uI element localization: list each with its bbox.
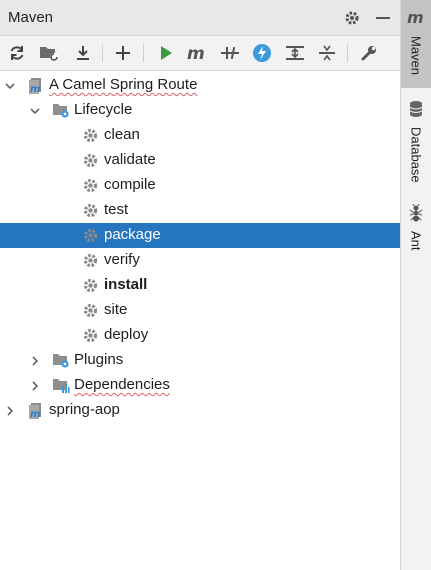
tree-node-label: validate bbox=[104, 151, 156, 168]
tool-window-title: Maven bbox=[8, 9, 54, 26]
tree-row-validate[interactable]: validate bbox=[0, 148, 400, 173]
tree-node-label: spring-aop bbox=[49, 401, 120, 418]
lifecycle-folder-icon bbox=[52, 352, 69, 369]
toggle-offline-mode-icon[interactable] bbox=[219, 42, 241, 64]
tree-node-label: install bbox=[104, 276, 148, 293]
tree-row-spring-aop[interactable]: m spring-aop bbox=[0, 398, 400, 423]
tree-node-label: Lifecycle bbox=[74, 101, 133, 118]
tree-row-install[interactable]: install bbox=[0, 273, 400, 298]
tool-window-header: Maven bbox=[0, 0, 400, 36]
tree-row-plugins[interactable]: Plugins bbox=[0, 348, 400, 373]
lifecycle-goal-gear-icon bbox=[82, 227, 99, 244]
tree-row-lifecycle[interactable]: Lifecycle bbox=[0, 98, 400, 123]
maven-settings-wrench-icon[interactable] bbox=[358, 42, 380, 64]
tree-node-label: clean bbox=[104, 126, 140, 143]
tab-database-label: Database bbox=[408, 127, 424, 183]
tree-row-deploy[interactable]: deploy bbox=[0, 323, 400, 348]
tree-node-label: Dependencies bbox=[74, 376, 170, 393]
tree-node-label: compile bbox=[104, 176, 156, 193]
collapse-all-icon[interactable] bbox=[316, 42, 338, 64]
svg-text:m: m bbox=[407, 9, 424, 27]
expand-arrow-right-icon[interactable] bbox=[29, 354, 41, 366]
tree-node-label: package bbox=[104, 226, 161, 243]
dependencies-folder-icon bbox=[52, 377, 70, 394]
tab-maven[interactable]: m Maven bbox=[401, 0, 431, 88]
expand-arrow-right-icon[interactable] bbox=[29, 379, 41, 391]
maven-project-icon: m bbox=[27, 77, 44, 95]
right-tool-window-bar: m Maven Database Ant bbox=[401, 0, 431, 570]
tree-node-label: site bbox=[104, 301, 128, 318]
lifecycle-goal-gear-icon bbox=[82, 277, 99, 294]
reload-icon[interactable] bbox=[6, 42, 28, 64]
run-icon[interactable] bbox=[155, 42, 177, 64]
tree-node-label: test bbox=[104, 201, 129, 218]
skip-tests-icon[interactable] bbox=[251, 42, 273, 64]
svg-text:m: m bbox=[30, 409, 40, 419]
svg-text:m: m bbox=[187, 44, 205, 62]
ant-icon bbox=[408, 203, 424, 227]
tree-node-label: Plugins bbox=[74, 351, 124, 368]
tree-row-site[interactable]: site bbox=[0, 298, 400, 323]
show-dependencies-icon[interactable] bbox=[284, 42, 306, 64]
lifecycle-goal-gear-icon bbox=[82, 177, 99, 194]
toolbar-separator bbox=[143, 44, 144, 62]
tab-ant[interactable]: Ant bbox=[401, 202, 431, 262]
maven-toolbar: m bbox=[0, 36, 400, 71]
tree-row-verify[interactable]: verify bbox=[0, 248, 400, 273]
lifecycle-goal-gear-icon bbox=[82, 202, 99, 219]
download-icon[interactable] bbox=[72, 42, 94, 64]
generate-sources-folder-icon[interactable] bbox=[38, 42, 60, 64]
expand-arrow-down-icon[interactable] bbox=[29, 104, 41, 116]
lifecycle-goal-gear-icon bbox=[82, 327, 99, 344]
lifecycle-goal-gear-icon bbox=[82, 152, 99, 169]
tree-row-a-camel-spring-route[interactable]: m A Camel Spring Route bbox=[0, 73, 400, 98]
maven-tool-window: Maven m m A Camel Spring Route Lifecycle… bbox=[0, 0, 401, 570]
expand-arrow-down-icon[interactable] bbox=[4, 79, 16, 91]
tree-row-package[interactable]: package bbox=[0, 223, 400, 248]
tab-database[interactable]: Database bbox=[401, 96, 431, 191]
execute-maven-goal-icon[interactable]: m bbox=[186, 42, 208, 64]
svg-text:m: m bbox=[30, 84, 40, 94]
toolbar-separator bbox=[102, 44, 103, 62]
expand-arrow-right-icon[interactable] bbox=[4, 404, 16, 416]
tree-node-label: verify bbox=[104, 251, 140, 268]
maven-m-icon: m bbox=[406, 8, 426, 32]
lifecycle-folder-icon bbox=[52, 102, 69, 119]
settings-gear-icon[interactable] bbox=[343, 9, 361, 27]
maven-project-icon: m bbox=[27, 402, 44, 420]
tree-row-dependencies[interactable]: Dependencies bbox=[0, 373, 400, 398]
lifecycle-goal-gear-icon bbox=[82, 252, 99, 269]
tree-row-clean[interactable]: clean bbox=[0, 123, 400, 148]
toolbar-separator bbox=[347, 44, 348, 62]
tree-node-label: deploy bbox=[104, 326, 149, 343]
lifecycle-goal-gear-icon bbox=[82, 127, 99, 144]
tree-row-compile[interactable]: compile bbox=[0, 173, 400, 198]
tab-maven-label: Maven bbox=[408, 36, 424, 76]
database-icon bbox=[408, 100, 424, 123]
hide-minimize-icon[interactable] bbox=[374, 9, 392, 27]
lifecycle-goal-gear-icon bbox=[82, 302, 99, 319]
tree-row-test[interactable]: test bbox=[0, 198, 400, 223]
tree-node-label: A Camel Spring Route bbox=[49, 76, 198, 93]
add-project-plus-icon[interactable] bbox=[112, 42, 134, 64]
tab-ant-label: Ant bbox=[408, 231, 424, 251]
